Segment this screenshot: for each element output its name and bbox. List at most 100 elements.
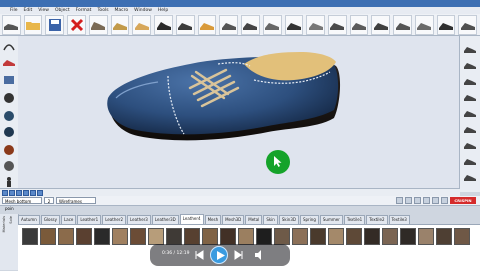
tab-leather4[interactable]: Leather4 [179,214,204,224]
material-swatch[interactable] [292,228,308,245]
delete-button[interactable] [67,14,86,35]
shoe-view-icon-9[interactable] [463,172,477,182]
material-swatch[interactable] [220,228,236,245]
material-swatch[interactable] [274,228,290,245]
tab-summer[interactable]: Summer [319,215,343,224]
tool-button-12[interactable] [328,14,347,35]
material-swatch[interactable] [310,228,326,245]
light-tool-icon[interactable] [2,144,16,156]
save-button[interactable] [45,14,65,35]
render-mode-select[interactable]: Wireframes [56,197,96,204]
menu-help[interactable]: Help [158,8,168,13]
material-swatch[interactable] [364,228,380,245]
shoe-view-icon-5[interactable] [463,108,477,118]
tab-skin[interactable]: Skin [263,215,278,224]
tab-metal[interactable]: Metal [245,215,263,224]
tab-leather1[interactable]: Leather1 [77,215,102,224]
viewport-button-1[interactable] [2,189,8,196]
tab-textile2[interactable]: Textile2 [366,215,388,224]
tab-autumn[interactable]: Autumn [18,215,40,224]
tool-button-3[interactable] [132,14,152,35]
tab-spring[interactable]: Spring [299,215,319,224]
menu-file[interactable]: File [10,8,18,13]
tool-button-10[interactable] [284,14,304,35]
material-swatch[interactable] [76,228,92,245]
person-tool-icon[interactable] [2,176,16,188]
material-swatch[interactable] [166,228,182,245]
viewport-button-5[interactable] [30,189,36,196]
tool-button-14[interactable] [371,14,391,35]
mesh-selector[interactable]: Mesh bottom poin [2,197,42,211]
material-swatch[interactable] [202,228,218,245]
tool-button-4[interactable] [154,14,173,35]
material-swatch[interactable] [112,228,128,245]
material-swatch[interactable] [184,228,200,245]
material-swatch[interactable] [256,228,272,245]
menu-macro[interactable]: Macro [115,8,129,13]
tool-button-7[interactable] [219,14,239,35]
shoe-view-icon-6[interactable] [463,124,477,134]
tab-leather3d[interactable]: Leather3D [151,215,179,224]
play-button[interactable] [210,246,228,264]
material-swatch[interactable] [238,228,254,245]
tab-glossy[interactable]: Glossy [40,215,61,224]
material-swatch[interactable] [148,228,164,245]
tool-button-9[interactable] [262,14,282,35]
sphere-tool-icon[interactable] [2,110,16,122]
tool-button-1[interactable] [88,14,108,35]
material-swatch[interactable] [58,228,74,245]
tab-skin3d[interactable]: Skin3D [278,215,299,224]
sphere-tool-icon-2[interactable] [2,126,16,138]
menu-tools[interactable]: Tools [97,8,108,13]
material-swatch[interactable] [400,228,416,245]
material-swatch[interactable] [436,228,452,245]
tab-leather2[interactable]: Leather2 [102,215,127,224]
tool-button-16[interactable] [414,14,434,35]
tab-mesh3d[interactable]: Mesh3D [222,215,245,224]
material-swatch[interactable] [94,228,110,245]
texture-tool-icon[interactable] [2,160,16,172]
material-swatch[interactable] [130,228,146,245]
shoe-view-icon-7[interactable] [463,140,477,150]
tool-button-13[interactable] [349,14,369,35]
new-shoe-button[interactable] [2,14,21,35]
layer-tool-icon[interactable] [2,74,16,86]
menu-edit[interactable]: Edit [24,8,33,13]
next-icon[interactable] [234,250,244,260]
viewport-button-4[interactable] [23,189,29,196]
tool-button-17[interactable] [436,14,456,35]
material-swatch[interactable] [22,228,38,245]
open-folder-button[interactable] [23,14,43,35]
menu-window[interactable]: Window [134,8,152,13]
shoe-view-icon-2[interactable] [463,60,477,70]
status-icon-5[interactable] [432,197,439,204]
status-icon-6[interactable] [441,197,448,204]
material-swatch[interactable] [418,228,434,245]
viewport-button-6[interactable] [37,189,43,196]
shoe-view-icon-1[interactable] [463,44,477,54]
tool-button-6[interactable] [197,14,217,35]
tool-button-2[interactable] [110,14,130,35]
material-swatch[interactable] [382,228,398,245]
tab-mesh[interactable]: Mesh [204,215,222,224]
material-swatch[interactable] [328,228,344,245]
red-shoe-tool-icon[interactable] [2,56,16,68]
menu-view[interactable]: View [38,8,49,13]
shoe-view-icon-8[interactable] [463,156,477,166]
tab-textile3[interactable]: Textile3 [388,215,410,224]
menu-object[interactable]: Object [55,8,70,13]
tool-button-8[interactable] [241,14,260,35]
status-icon-2[interactable] [405,197,412,204]
tool-button-11[interactable] [306,14,326,35]
material-swatch[interactable] [346,228,362,245]
material-swatch[interactable] [454,228,470,245]
material-swatch[interactable] [40,228,56,245]
shoe-view-icon-3[interactable] [463,76,477,86]
curve-tool-icon[interactable] [2,40,16,52]
viewport-button-3[interactable] [16,189,22,196]
menu-format[interactable]: Format [76,8,92,13]
status-icon-4[interactable] [423,197,430,204]
tool-button-5[interactable] [175,14,195,35]
volume-icon[interactable] [254,250,264,260]
3d-viewport[interactable] [18,36,460,188]
